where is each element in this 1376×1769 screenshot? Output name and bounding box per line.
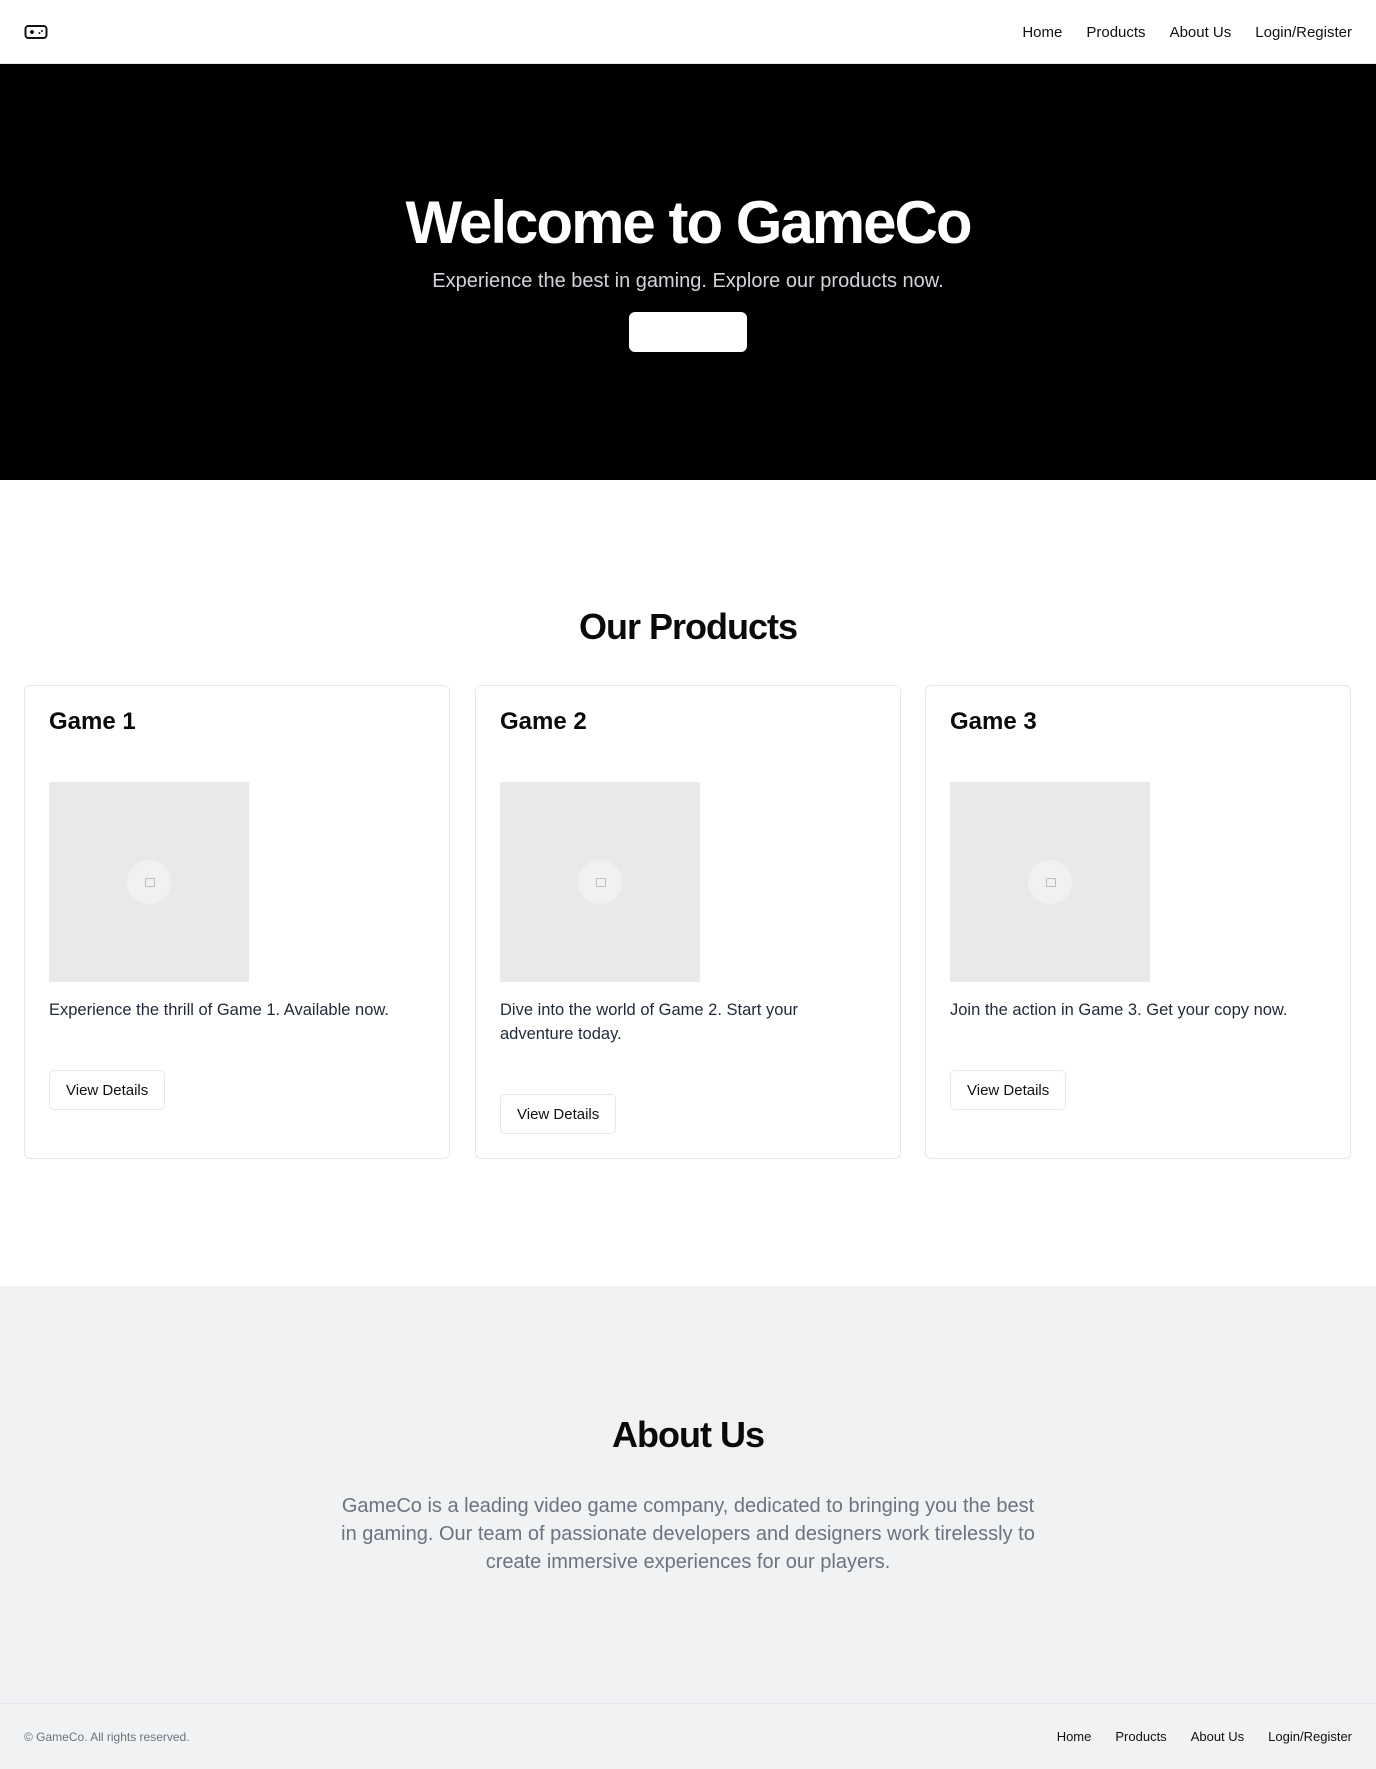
main-nav: Home Products About Us Login/Register: [1022, 0, 1352, 64]
product-name: Game 2: [500, 708, 587, 735]
footer-home-link[interactable]: Home: [1057, 1729, 1092, 1744]
hero-section: Welcome to GameCo Experience the best in…: [0, 64, 1376, 480]
image-placeholder-icon: [1028, 860, 1072, 904]
product-card: Game 3 Join the action in Game 3. Get yo…: [925, 685, 1351, 1159]
image-placeholder-icon: [127, 860, 171, 904]
product-name: Game 3: [950, 708, 1037, 735]
view-details-button[interactable]: View Details: [49, 1070, 166, 1110]
view-details-button[interactable]: View Details: [500, 1094, 617, 1134]
site-footer: © GameCo. All rights reserved. Home Prod…: [0, 1703, 1376, 1769]
nav-about-link[interactable]: About Us: [1170, 24, 1232, 41]
footer-login-register-link[interactable]: Login/Register: [1268, 1729, 1352, 1744]
view-details-button[interactable]: View Details: [950, 1070, 1067, 1110]
footer-products-link[interactable]: Products: [1115, 1729, 1166, 1744]
image-placeholder-icon: [578, 860, 622, 904]
hero-cta-button[interactable]: [629, 312, 747, 352]
hero-subtitle: Experience the best in gaming. Explore o…: [432, 270, 944, 292]
product-card: Game 1 Experience the thrill of Game 1. …: [24, 685, 450, 1159]
footer-about-link[interactable]: About Us: [1191, 1729, 1244, 1744]
product-image: [500, 782, 700, 982]
product-card: Game 2 Dive into the world of Game 2. St…: [475, 685, 901, 1159]
product-name: Game 1: [49, 708, 136, 735]
product-description: Join the action in Game 3. Get your copy…: [950, 1001, 1288, 1019]
copyright-text: © GameCo. All rights reserved.: [24, 1730, 190, 1744]
nav-products-link[interactable]: Products: [1086, 24, 1145, 41]
hero-title: Welcome to GameCo: [405, 189, 972, 256]
about-title: About Us: [612, 1414, 765, 1455]
about-section: About Us GameCo is a leading video game …: [0, 1286, 1376, 1703]
footer-nav: Home Products About Us Login/Register: [1057, 1704, 1352, 1768]
site-header: Home Products About Us Login/Register: [0, 0, 1376, 64]
product-image: [950, 782, 1150, 982]
product-description: Experience the thrill of Game 1. Availab…: [49, 1001, 389, 1019]
about-text: GameCo is a leading video game company, …: [341, 1495, 1035, 1573]
product-image: [49, 782, 249, 982]
product-description: Dive into the world of Game 2. Start you…: [500, 1001, 799, 1043]
nav-home-link[interactable]: Home: [1022, 24, 1062, 41]
nav-login-register-link[interactable]: Login/Register: [1255, 24, 1352, 41]
gamepad-icon[interactable]: [24, 22, 48, 42]
products-title: Our Products: [578, 606, 798, 647]
